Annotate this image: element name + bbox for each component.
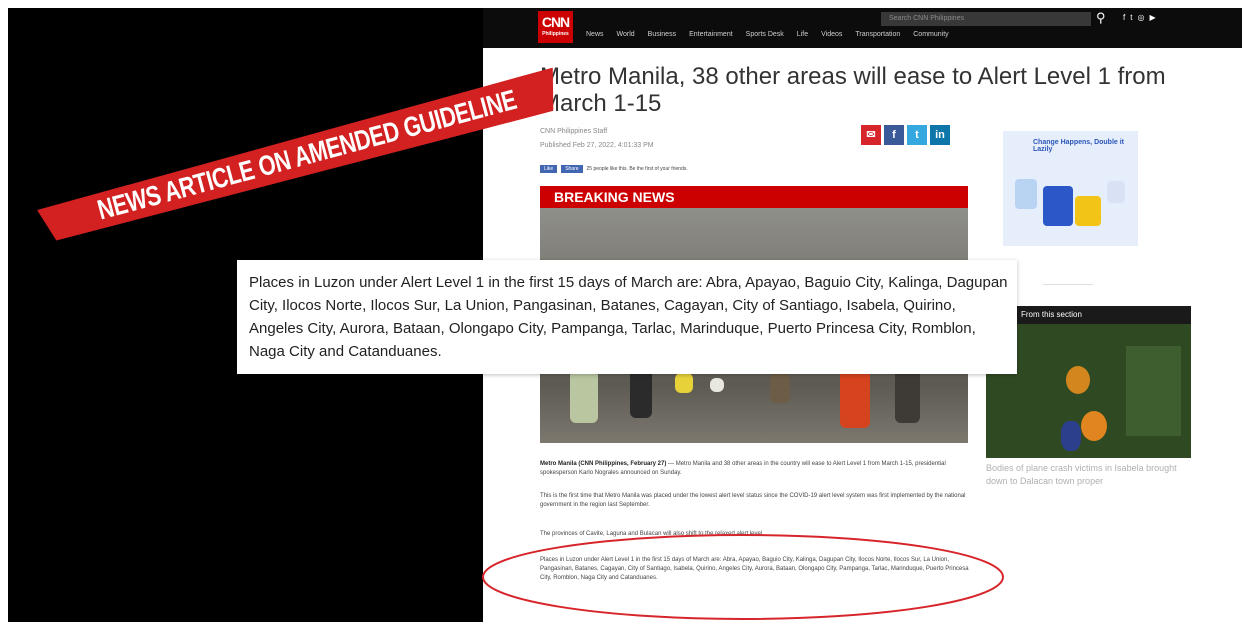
- cnn-logo[interactable]: CNN Philippines: [538, 11, 573, 43]
- nav-item-transportation[interactable]: Transportation: [855, 31, 900, 38]
- linkedin-icon[interactable]: in: [930, 125, 950, 145]
- zoomed-quote-box: Places in Luzon under Alert Level 1 in t…: [237, 260, 1017, 374]
- social-links: f t ◎ ▶: [1123, 13, 1156, 22]
- article-headline: Metro Manila, 38 other areas will ease t…: [540, 63, 1166, 117]
- nav-item-news[interactable]: News: [586, 31, 604, 38]
- top-navbar: CNN Philippines Search CNN Philippines ⚲…: [483, 8, 1242, 48]
- youtube-icon[interactable]: ▶: [1149, 13, 1155, 22]
- lead-dateline: Metro Manila (CNN Philippines, February …: [540, 461, 667, 467]
- twitter-icon[interactable]: t: [1130, 13, 1132, 22]
- article-byline[interactable]: CNN Philippines Staff: [540, 128, 607, 135]
- article-lead-paragraph: Metro Manila (CNN Philippines, February …: [540, 460, 970, 478]
- facebook-like-row: Like Share 25 people like this. Be the f…: [540, 165, 688, 173]
- logo-subtext: Philippines: [542, 31, 569, 37]
- ad-text: Change Happens, Double it Lazily: [1033, 139, 1125, 153]
- nav-item-life[interactable]: Life: [797, 31, 808, 38]
- instagram-icon[interactable]: ◎: [1137, 13, 1144, 22]
- nav-item-community[interactable]: Community: [913, 31, 948, 38]
- email-icon[interactable]: ✉: [861, 125, 881, 145]
- nav-item-sports[interactable]: Sports Desk: [746, 31, 784, 38]
- article-paragraph-3: The provinces of Cavite, Laguna and Bula…: [540, 531, 764, 537]
- logo-text: CNN: [541, 14, 570, 30]
- breaking-news-label: BREAKING NEWS: [540, 186, 968, 208]
- article-paragraph-2: This is the first time that Metro Manila…: [540, 493, 966, 508]
- search-input[interactable]: Search CNN Philippines: [881, 12, 1091, 26]
- fb-share-button[interactable]: Share: [561, 165, 583, 173]
- nav-item-world[interactable]: World: [617, 31, 635, 38]
- sidebar-advertisement[interactable]: Change Happens, Double it Lazily: [1003, 131, 1138, 246]
- twitter-icon[interactable]: t: [907, 125, 927, 145]
- main-nav: News World Business Entertainment Sports…: [586, 31, 949, 38]
- nav-item-entertainment[interactable]: Entertainment: [689, 31, 733, 38]
- fb-like-button[interactable]: Like: [540, 165, 558, 173]
- search-icon[interactable]: ⚲: [1096, 10, 1106, 26]
- sidebar-divider: [1043, 284, 1093, 285]
- fb-like-count: 25 people like this. Be the first of you…: [586, 166, 688, 172]
- article-paragraph-4: Places in Luzon under Alert Level 1 in t…: [540, 557, 969, 581]
- section-caption[interactable]: Bodies of plane crash victims in Isabela…: [986, 462, 1191, 488]
- facebook-icon[interactable]: f: [1123, 13, 1125, 22]
- facebook-icon[interactable]: f: [884, 125, 904, 145]
- zoomed-quote-text: Places in Luzon under Alert Level 1 in t…: [249, 274, 1008, 360]
- nav-item-videos[interactable]: Videos: [821, 31, 842, 38]
- nav-item-business[interactable]: Business: [648, 31, 676, 38]
- share-buttons: ✉ f t in: [861, 125, 950, 145]
- article-date: Published Feb 27, 2022, 4:01:33 PM: [540, 142, 654, 149]
